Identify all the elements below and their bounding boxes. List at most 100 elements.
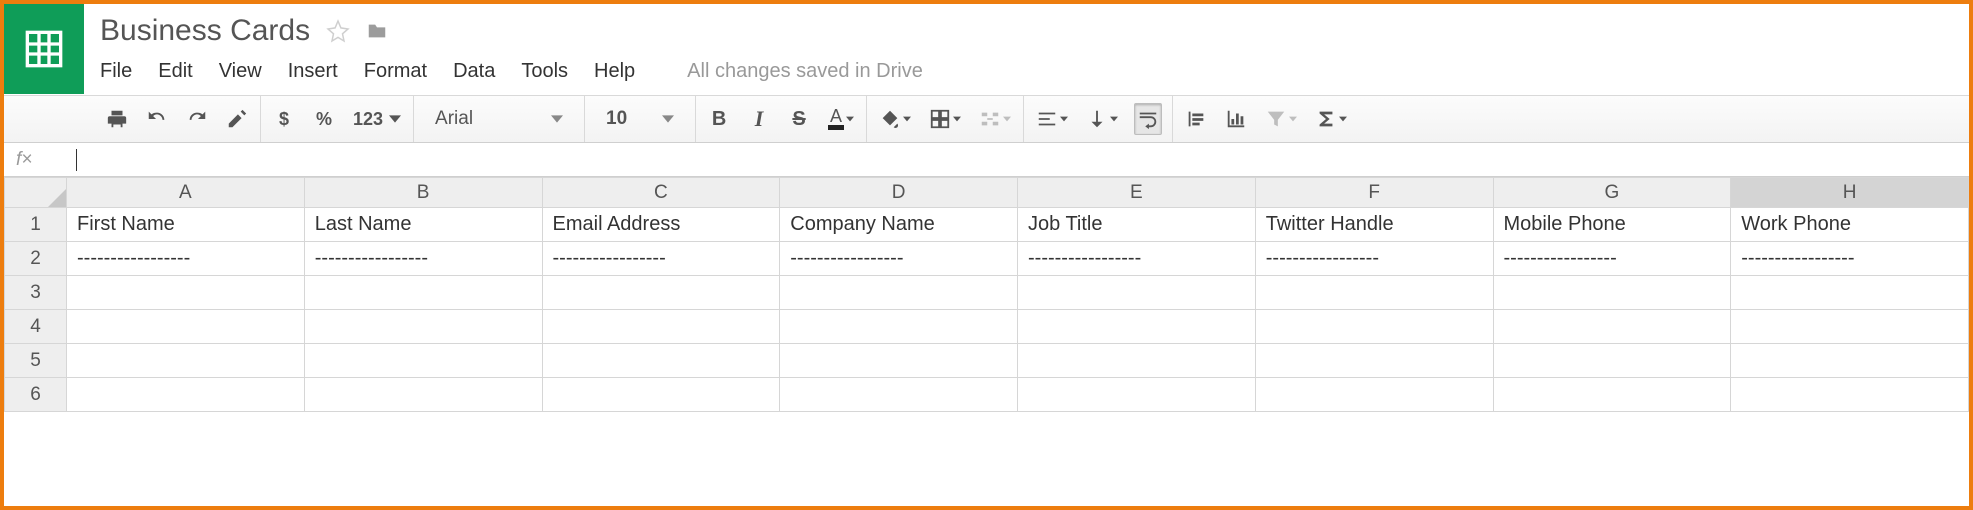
menu-tools[interactable]: Tools [521, 60, 568, 83]
cell-C5[interactable] [542, 344, 780, 378]
row-header-4[interactable]: 4 [5, 310, 67, 344]
cell-D2[interactable]: ----------------- [780, 242, 1018, 276]
column-header-g[interactable]: G [1493, 178, 1731, 208]
move-to-folder-button[interactable] [364, 20, 390, 42]
redo-button[interactable] [184, 103, 210, 135]
vertical-align-button[interactable] [1084, 103, 1120, 135]
more-formats-button[interactable]: 123 [351, 103, 403, 135]
cell-A1[interactable]: First Name [67, 208, 305, 242]
cell-H3[interactable] [1731, 276, 1969, 310]
cell-E2[interactable]: ----------------- [1018, 242, 1256, 276]
star-button[interactable] [326, 19, 350, 43]
cell-B6[interactable] [304, 378, 542, 412]
cell-A6[interactable] [67, 378, 305, 412]
cell-D5[interactable] [780, 344, 1018, 378]
cell-A5[interactable] [67, 344, 305, 378]
cell-C1[interactable]: Email Address [542, 208, 780, 242]
fill-color-button[interactable] [877, 103, 913, 135]
cell-G3[interactable] [1493, 276, 1731, 310]
print-button[interactable] [104, 103, 130, 135]
cell-G5[interactable] [1493, 344, 1731, 378]
cell-H1[interactable]: Work Phone [1731, 208, 1969, 242]
horizontal-align-button[interactable] [1034, 103, 1070, 135]
font-size-select[interactable]: 10 [595, 103, 685, 135]
cell-G1[interactable]: Mobile Phone [1493, 208, 1731, 242]
cell-F6[interactable] [1255, 378, 1493, 412]
insert-chart-button[interactable] [1223, 103, 1249, 135]
cell-A2[interactable]: ----------------- [67, 242, 305, 276]
column-header-a[interactable]: A [67, 178, 305, 208]
row-header-2[interactable]: 2 [5, 242, 67, 276]
undo-button[interactable] [144, 103, 170, 135]
bold-button[interactable]: B [706, 103, 732, 135]
cell-D6[interactable] [780, 378, 1018, 412]
menu-insert[interactable]: Insert [288, 60, 338, 83]
borders-button[interactable] [927, 103, 963, 135]
cell-H5[interactable] [1731, 344, 1969, 378]
cell-F3[interactable] [1255, 276, 1493, 310]
cell-F5[interactable] [1255, 344, 1493, 378]
italic-button[interactable]: I [746, 103, 772, 135]
cell-F4[interactable] [1255, 310, 1493, 344]
menu-file[interactable]: File [100, 60, 132, 83]
cell-E4[interactable] [1018, 310, 1256, 344]
cell-A4[interactable] [67, 310, 305, 344]
cell-D4[interactable] [780, 310, 1018, 344]
cell-B4[interactable] [304, 310, 542, 344]
cell-C3[interactable] [542, 276, 780, 310]
strikethrough-button[interactable]: S [786, 103, 812, 135]
cell-H2[interactable]: ----------------- [1731, 242, 1969, 276]
cell-G4[interactable] [1493, 310, 1731, 344]
row-header-3[interactable]: 3 [5, 276, 67, 310]
select-all-corner[interactable] [5, 178, 67, 208]
cell-C6[interactable] [542, 378, 780, 412]
insert-tab-button[interactable] [1183, 103, 1209, 135]
document-title[interactable]: Business Cards [98, 12, 312, 50]
menu-help[interactable]: Help [594, 60, 635, 83]
cell-F2[interactable]: ----------------- [1255, 242, 1493, 276]
sheets-logo[interactable] [4, 4, 84, 94]
cell-E1[interactable]: Job Title [1018, 208, 1256, 242]
cell-H6[interactable] [1731, 378, 1969, 412]
cell-B2[interactable]: ----------------- [304, 242, 542, 276]
menu-view[interactable]: View [219, 60, 262, 83]
menu-format[interactable]: Format [364, 60, 427, 83]
cell-B5[interactable] [304, 344, 542, 378]
row-header-5[interactable]: 5 [5, 344, 67, 378]
cell-F1[interactable]: Twitter Handle [1255, 208, 1493, 242]
filter-icon [1265, 108, 1287, 130]
column-header-b[interactable]: B [304, 178, 542, 208]
column-header-c[interactable]: C [542, 178, 780, 208]
cell-B1[interactable]: Last Name [304, 208, 542, 242]
column-header-f[interactable]: F [1255, 178, 1493, 208]
format-percent-button[interactable]: % [311, 103, 337, 135]
cell-D3[interactable] [780, 276, 1018, 310]
cell-D1[interactable]: Company Name [780, 208, 1018, 242]
cell-C2[interactable]: ----------------- [542, 242, 780, 276]
paint-format-button[interactable] [224, 103, 250, 135]
column-header-d[interactable]: D [780, 178, 1018, 208]
cell-H4[interactable] [1731, 310, 1969, 344]
cell-B3[interactable] [304, 276, 542, 310]
cell-A3[interactable] [67, 276, 305, 310]
menu-data[interactable]: Data [453, 60, 495, 83]
column-header-e[interactable]: E [1018, 178, 1256, 208]
menu-edit[interactable]: Edit [158, 60, 192, 83]
row-header-6[interactable]: 6 [5, 378, 67, 412]
merge-cells-button[interactable] [977, 103, 1013, 135]
row-header-1[interactable]: 1 [5, 208, 67, 242]
column-header-h[interactable]: H [1731, 178, 1969, 208]
filter-button[interactable] [1263, 103, 1299, 135]
cell-G2[interactable]: ----------------- [1493, 242, 1731, 276]
format-currency-button[interactable]: $ [271, 103, 297, 135]
functions-button[interactable] [1313, 103, 1349, 135]
cell-G6[interactable] [1493, 378, 1731, 412]
cell-E3[interactable] [1018, 276, 1256, 310]
text-wrap-button[interactable] [1134, 103, 1162, 135]
cell-E5[interactable] [1018, 344, 1256, 378]
formula-bar[interactable]: f× [4, 143, 1969, 177]
cell-E6[interactable] [1018, 378, 1256, 412]
cell-C4[interactable] [542, 310, 780, 344]
text-color-button[interactable]: A [826, 103, 856, 135]
font-family-select[interactable]: Arial [424, 103, 574, 135]
